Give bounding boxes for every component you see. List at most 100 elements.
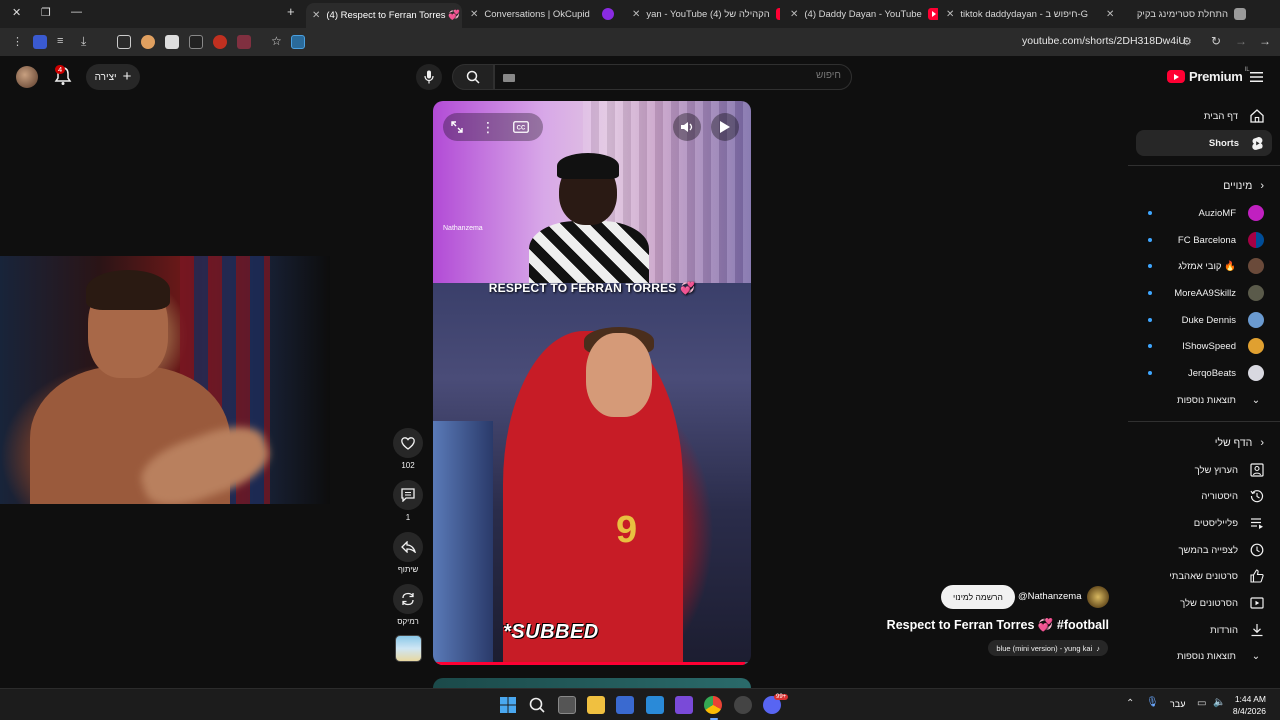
sidebar-item-fc-barcelona[interactable]: FC Barcelona bbox=[1178, 227, 1264, 253]
twitch-app-icon[interactable] bbox=[675, 696, 693, 714]
reading-list-icon[interactable]: ≡ bbox=[57, 35, 63, 47]
captions-button[interactable]: CC bbox=[507, 113, 535, 141]
sound-chip[interactable]: blue (mini version) - yung kai ♪ bbox=[988, 640, 1108, 656]
remix-action[interactable]: רמיקס bbox=[393, 584, 423, 626]
sidebar-show-more-you[interactable]: תוצאות נוספות ⌄ bbox=[1177, 643, 1264, 669]
tab-close-icon[interactable]: ✕ bbox=[470, 9, 478, 20]
tab-respect-to-ferran-torres[interactable]: ✕ (4) Respect to Ferran Torres 💞 bbox=[306, 3, 462, 28]
tab-close-icon[interactable]: ✕ bbox=[790, 9, 798, 20]
tray-chevron-up-icon[interactable]: ⌃ bbox=[1126, 698, 1134, 709]
voice-search-button[interactable] bbox=[416, 64, 442, 90]
short-title[interactable]: Respect to Ferran Torres 💞 #football bbox=[887, 618, 1109, 633]
channel-handle[interactable]: @Nathanzema bbox=[1018, 591, 1082, 602]
share-action[interactable]: שיתוף bbox=[393, 532, 423, 574]
sidebar-item-duke-dennis[interactable]: Duke Dennis bbox=[1182, 307, 1264, 333]
tab-youtube-community[interactable]: ✕ yan - YouTube הקהילה של (4) bbox=[626, 3, 780, 25]
sidebar-item-liked-videos[interactable]: סרטונים שאהבתי bbox=[1169, 563, 1264, 589]
sidebar-item-playlists[interactable]: פלייליסטים bbox=[1194, 510, 1264, 536]
sidebar-item-shorts[interactable]: Shorts bbox=[1136, 130, 1272, 156]
remix-button[interactable] bbox=[393, 584, 423, 614]
taskbar-search-icon[interactable] bbox=[528, 696, 546, 714]
comments-button[interactable] bbox=[393, 480, 423, 510]
tab-okcupid[interactable]: ✕ Conversations | OkCupid bbox=[464, 3, 620, 25]
you-header[interactable]: הדף שלי › bbox=[1215, 437, 1264, 449]
volume-button[interactable] bbox=[673, 113, 701, 141]
browser-menu-icon[interactable]: ⋮ bbox=[12, 35, 23, 48]
tab-close-icon[interactable]: ✕ bbox=[632, 9, 640, 20]
file-explorer-icon[interactable] bbox=[587, 696, 605, 714]
short-video-player[interactable]: Nathanzema 9 RESPECT TO FERRAN TORRES 💞 … bbox=[433, 101, 751, 665]
share-button[interactable] bbox=[393, 532, 423, 562]
sidebar-item-ishowspeed[interactable]: IShowSpeed bbox=[1182, 333, 1264, 359]
hamburger-menu-icon[interactable] bbox=[1250, 71, 1263, 83]
tab-close-icon[interactable]: ✕ bbox=[1106, 9, 1114, 20]
more-options-button[interactable]: ⋮ bbox=[474, 113, 502, 141]
tab-google-search[interactable]: ✕ tiktok daddydayan - חיפוש ב-G bbox=[940, 3, 1092, 25]
extension-icon[interactable] bbox=[165, 35, 179, 49]
like-button[interactable] bbox=[393, 428, 423, 458]
new-tab-button[interactable]: + bbox=[287, 4, 295, 19]
photos-icon[interactable] bbox=[646, 696, 664, 714]
tab-daddy-dayan[interactable]: ✕ (4) Daddy Dayan - YouTube bbox=[784, 3, 938, 25]
task-view-icon[interactable] bbox=[558, 696, 576, 714]
sidebar-item-downloads[interactable]: הורדות bbox=[1210, 617, 1264, 643]
sidebar-item-watch-later[interactable]: לצפייה בהמשך bbox=[1178, 537, 1264, 563]
back-icon[interactable]: → bbox=[1259, 34, 1271, 48]
restore-window-button[interactable]: ❐ bbox=[41, 6, 51, 19]
search-input[interactable] bbox=[521, 70, 841, 81]
keyboard-icon[interactable] bbox=[503, 74, 515, 82]
sidebar-item-kobi[interactable]: קובי אמזלג 🔥 bbox=[1178, 253, 1264, 279]
site-settings-icon[interactable]: ⚙ bbox=[1182, 35, 1192, 48]
channel-avatar[interactable] bbox=[1087, 586, 1109, 608]
subscribe-button[interactable]: הרשמה למינוי bbox=[941, 585, 1015, 609]
sidebar-item-your-videos[interactable]: הסרטונים שלך bbox=[1180, 590, 1264, 616]
extension-icon[interactable] bbox=[291, 35, 305, 49]
close-window-button[interactable]: ✕ bbox=[12, 6, 21, 19]
obs-icon[interactable] bbox=[734, 696, 752, 714]
extension-icon[interactable] bbox=[189, 35, 203, 49]
system-clock[interactable]: 1:44 AM 8/4/2026 bbox=[1233, 693, 1266, 717]
sidebar-item-home[interactable]: דף הבית bbox=[1204, 103, 1264, 129]
tab-close-icon[interactable]: ✕ bbox=[946, 9, 954, 20]
avatar[interactable] bbox=[16, 66, 38, 88]
download-icon[interactable]: ⤓ bbox=[81, 34, 86, 49]
extension-icon[interactable] bbox=[33, 35, 47, 49]
video-progress-bar[interactable] bbox=[433, 662, 751, 665]
sidebar-show-more-subscriptions[interactable]: תוצאות נוספות ⌄ bbox=[1177, 387, 1264, 413]
search-button[interactable] bbox=[452, 64, 494, 90]
tab-close-icon[interactable]: ✕ bbox=[312, 10, 320, 21]
create-button[interactable]: יצירה + bbox=[86, 64, 140, 90]
subscriptions-header[interactable]: מינויים › bbox=[1223, 180, 1264, 192]
sidebar-item-label: תוצאות נוספות bbox=[1177, 650, 1236, 662]
minimize-window-button[interactable]: — bbox=[71, 6, 82, 18]
network-icon[interactable]: ▭ bbox=[1197, 698, 1206, 709]
play-button[interactable] bbox=[711, 113, 739, 141]
sidebar-item-auziomf[interactable]: AuzioMF bbox=[1199, 200, 1264, 226]
language-indicator[interactable]: עבר bbox=[1170, 699, 1185, 709]
sidebar-item-moreaa9skillz[interactable]: MoreAA9Skillz bbox=[1174, 280, 1264, 306]
comment-action[interactable]: 1 bbox=[393, 480, 423, 522]
volume-tray-icon[interactable]: 🔈 bbox=[1213, 697, 1225, 708]
extension-icon[interactable] bbox=[141, 35, 155, 49]
windows-start-icon[interactable] bbox=[499, 696, 517, 714]
sound-thumbnail[interactable] bbox=[395, 635, 422, 662]
youtube-premium-logo[interactable]: Premium IL bbox=[1167, 67, 1250, 84]
extension-icon[interactable] bbox=[213, 35, 227, 49]
channel-avatar-icon bbox=[1248, 365, 1264, 381]
chrome-icon[interactable] bbox=[704, 696, 722, 714]
sidebar-item-jerqobeats[interactable]: JerqoBeats bbox=[1188, 360, 1264, 386]
forward-icon[interactable]: → bbox=[1235, 34, 1247, 48]
next-short-preview[interactable] bbox=[433, 678, 751, 688]
tab-kick-streaming[interactable]: ✕ התחלת סטרימינג בקיק bbox=[1100, 3, 1252, 25]
fullscreen-button[interactable] bbox=[443, 113, 471, 141]
sidebar-item-your-channel[interactable]: הערוץ שלך bbox=[1195, 457, 1264, 483]
like-action[interactable]: 102 bbox=[393, 428, 423, 470]
sidebar-item-history[interactable]: היסטוריה bbox=[1201, 483, 1264, 509]
reload-icon[interactable]: ↻ bbox=[1211, 34, 1221, 48]
extension-icon[interactable] bbox=[237, 35, 251, 49]
address-bar[interactable]: youtube.com/shorts/2DH318Dw4iU bbox=[1022, 35, 1186, 47]
bookmark-star-icon[interactable]: ☆ bbox=[271, 34, 282, 48]
tray-mic-icon[interactable]: 🎙 bbox=[1146, 697, 1159, 708]
microsoft-store-icon[interactable] bbox=[616, 696, 634, 714]
extensions-puzzle-icon[interactable] bbox=[117, 35, 131, 49]
